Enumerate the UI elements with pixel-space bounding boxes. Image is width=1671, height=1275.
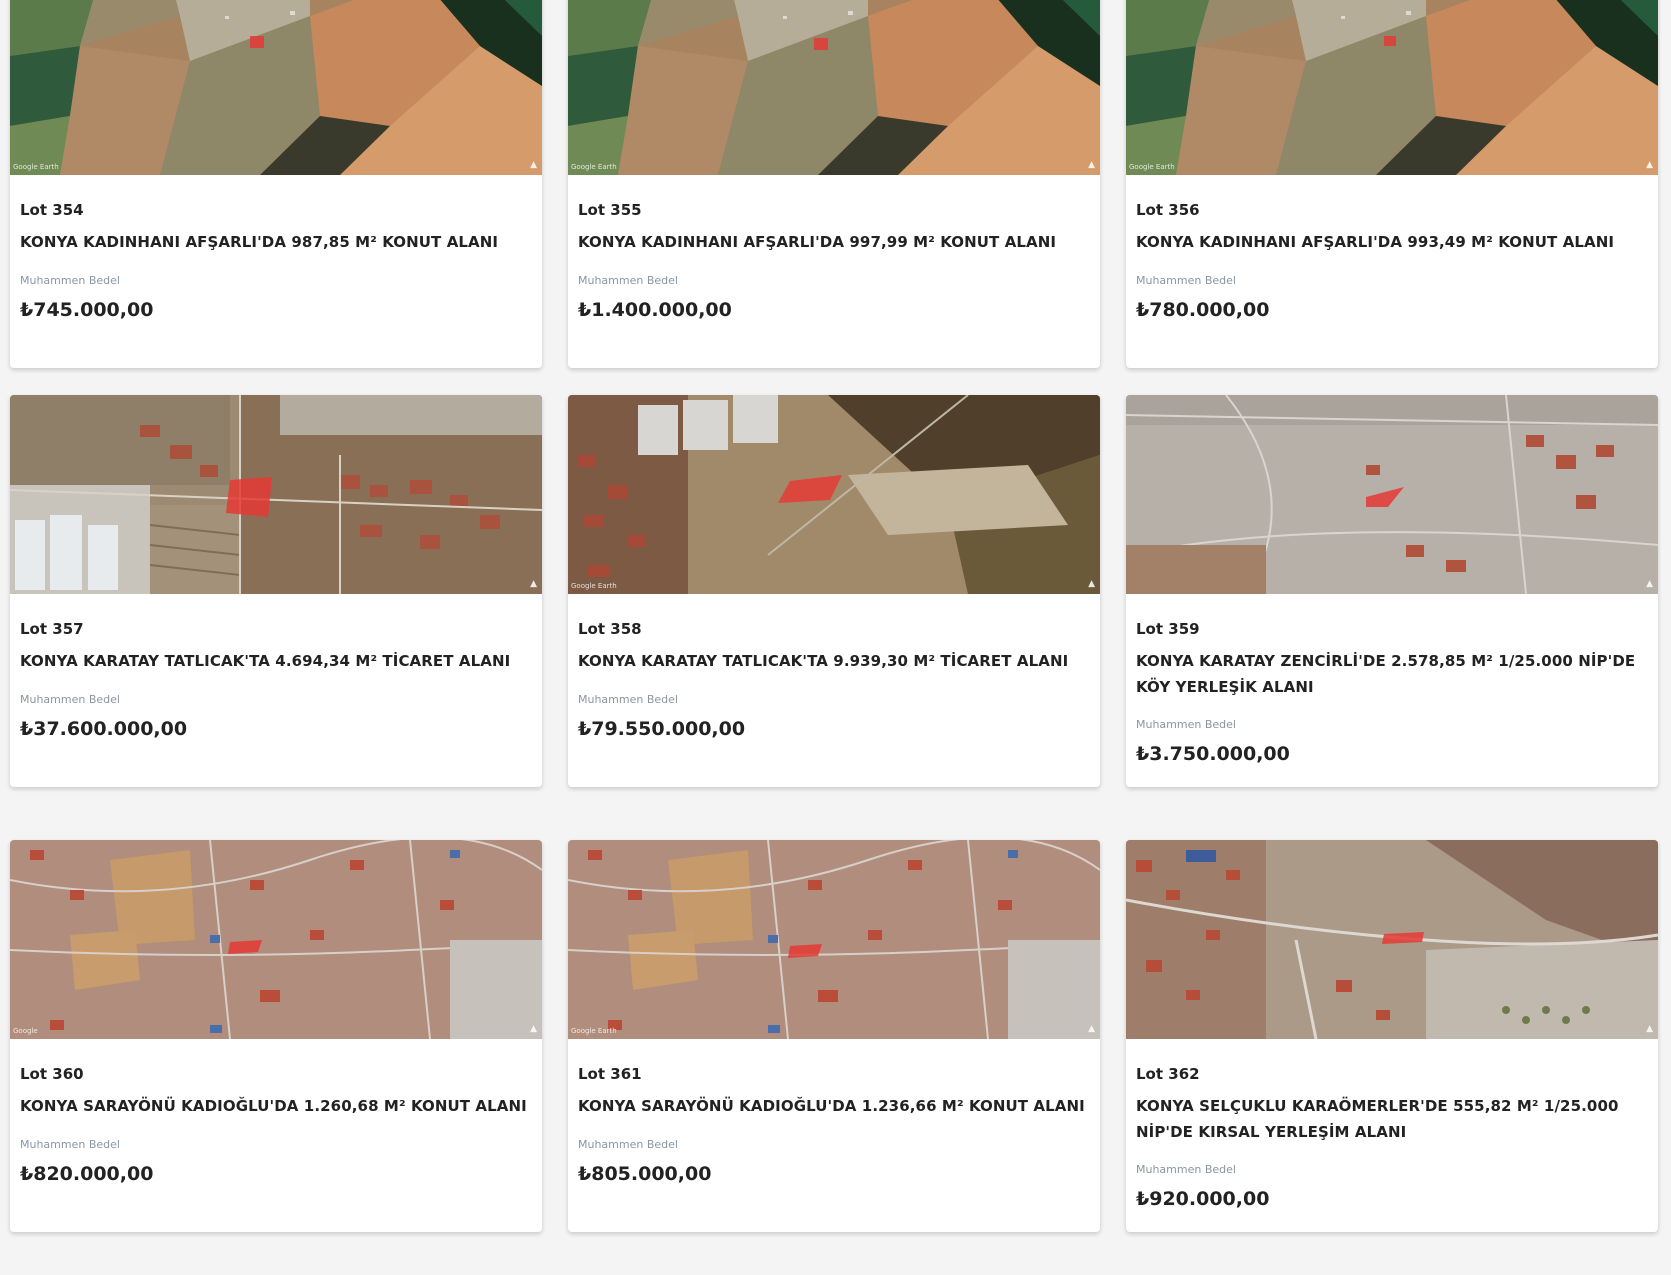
compass-icon: ▲ (1088, 1024, 1095, 1034)
estimate-label: Muhammen Bedel (1136, 718, 1236, 731)
lot-title[interactable]: KONYA SARAYÖNÜ KADIOĞLU'DA 1.260,68 M² K… (20, 1093, 532, 1119)
estimate-label: Muhammen Bedel (20, 693, 120, 706)
lot-title[interactable]: KONYA SARAYÖNÜ KADIOĞLU'DA 1.236,66 M² K… (578, 1093, 1090, 1119)
estimate-label: Muhammen Bedel (578, 274, 678, 287)
satellite-village-red-image[interactable]: Google ▲ (10, 840, 542, 1039)
lot-card[interactable]: Google Earth ▲ Lot 356 KONYA KADINHANI A… (1126, 0, 1658, 368)
estimate-label: Muhammen Bedel (578, 1138, 678, 1151)
image-credit: Google Earth (13, 163, 59, 171)
lot-number: Lot 354 (20, 201, 84, 219)
compass-icon: ▲ (530, 160, 537, 170)
lot-title[interactable]: KONYA KADINHANI AFŞARLI'DA 987,85 M² KON… (20, 229, 532, 255)
lot-number: Lot 359 (1136, 620, 1200, 638)
lot-number: Lot 361 (578, 1065, 642, 1083)
lot-price: ₺780.000,00 (1136, 299, 1270, 321)
lot-price: ₺805.000,00 (578, 1163, 712, 1185)
lot-card[interactable]: Google Earth ▲ Lot 361 KONYA SARAYÖNÜ KA… (568, 840, 1100, 1232)
image-credit: Google (13, 1027, 38, 1035)
compass-icon: ▲ (530, 1024, 537, 1034)
lot-price: ₺79.550.000,00 (578, 718, 746, 740)
lot-number: Lot 356 (1136, 201, 1200, 219)
lot-title[interactable]: KONYA KARATAY TATLICAK'TA 4.694,34 M² Tİ… (20, 648, 532, 674)
lot-grid: Google Earth ▲ Lot 354 KONYA KADINHANI A… (0, 0, 1671, 1275)
lot-title[interactable]: KONYA KADINHANI AFŞARLI'DA 993,49 M² KON… (1136, 229, 1648, 255)
image-credit: Google Earth (571, 163, 617, 171)
lot-price: ₺37.600.000,00 (20, 718, 188, 740)
lot-number: Lot 358 (578, 620, 642, 638)
satellite-industrial-image[interactable]: Google Earth ▲ (568, 395, 1100, 594)
compass-icon: ▲ (530, 579, 537, 589)
lot-price: ₺1.400.000,00 (578, 299, 732, 321)
lot-price: ₺3.750.000,00 (1136, 743, 1290, 765)
lot-number: Lot 357 (20, 620, 84, 638)
image-credit: Google Earth (571, 1027, 617, 1035)
lot-card[interactable]: Google ▲ Lot 360 KONYA SARAYÖNÜ KADIOĞLU… (10, 840, 542, 1232)
estimate-label: Muhammen Bedel (578, 693, 678, 706)
satellite-grey-terrain-image[interactable]: ▲ (1126, 395, 1658, 594)
satellite-village-image[interactable]: ▲ (10, 395, 542, 594)
estimate-label: Muhammen Bedel (1136, 274, 1236, 287)
lot-number: Lot 355 (578, 201, 642, 219)
lot-title[interactable]: KONYA SELÇUKLU KARAÖMERLER'DE 555,82 M² … (1136, 1093, 1648, 1145)
satellite-farmland-image[interactable]: Google Earth ▲ (568, 0, 1100, 175)
compass-icon: ▲ (1088, 579, 1095, 589)
lot-card[interactable]: ▲ Lot 362 KONYA SELÇUKLU KARAÖMERLER'DE … (1126, 840, 1658, 1232)
lot-price: ₺920.000,00 (1136, 1188, 1270, 1210)
lot-number: Lot 362 (1136, 1065, 1200, 1083)
lot-card[interactable]: ▲ Lot 357 KONYA KARATAY TATLICAK'TA 4.69… (10, 395, 542, 787)
lot-title[interactable]: KONYA KARATAY TATLICAK'TA 9.939,30 M² Tİ… (578, 648, 1090, 674)
satellite-farmland-image[interactable]: Google Earth ▲ (10, 0, 542, 175)
lot-price: ₺745.000,00 (20, 299, 154, 321)
lot-title[interactable]: KONYA KARATAY ZENCİRLİ'DE 2.578,85 M² 1/… (1136, 648, 1648, 700)
lot-card[interactable]: Google Earth ▲ Lot 358 KONYA KARATAY TAT… (568, 395, 1100, 787)
estimate-label: Muhammen Bedel (20, 274, 120, 287)
image-credit: Google Earth (1129, 163, 1175, 171)
compass-icon: ▲ (1646, 160, 1653, 170)
satellite-rocky-village-image[interactable]: ▲ (1126, 840, 1658, 1039)
lot-card[interactable]: Google Earth ▲ Lot 355 KONYA KADINHANI A… (568, 0, 1100, 368)
image-credit: Google Earth (571, 582, 617, 590)
compass-icon: ▲ (1646, 1024, 1653, 1034)
lot-card[interactable]: ▲ Lot 359 KONYA KARATAY ZENCİRLİ'DE 2.57… (1126, 395, 1658, 787)
compass-icon: ▲ (1646, 579, 1653, 589)
satellite-farmland-image[interactable]: Google Earth ▲ (1126, 0, 1658, 175)
compass-icon: ▲ (1088, 160, 1095, 170)
estimate-label: Muhammen Bedel (1136, 1163, 1236, 1176)
satellite-village-red-image[interactable]: Google Earth ▲ (568, 840, 1100, 1039)
lot-price: ₺820.000,00 (20, 1163, 154, 1185)
estimate-label: Muhammen Bedel (20, 1138, 120, 1151)
lot-title[interactable]: KONYA KADINHANI AFŞARLI'DA 997,99 M² KON… (578, 229, 1090, 255)
lot-card[interactable]: Google Earth ▲ Lot 354 KONYA KADINHANI A… (10, 0, 542, 368)
lot-number: Lot 360 (20, 1065, 84, 1083)
